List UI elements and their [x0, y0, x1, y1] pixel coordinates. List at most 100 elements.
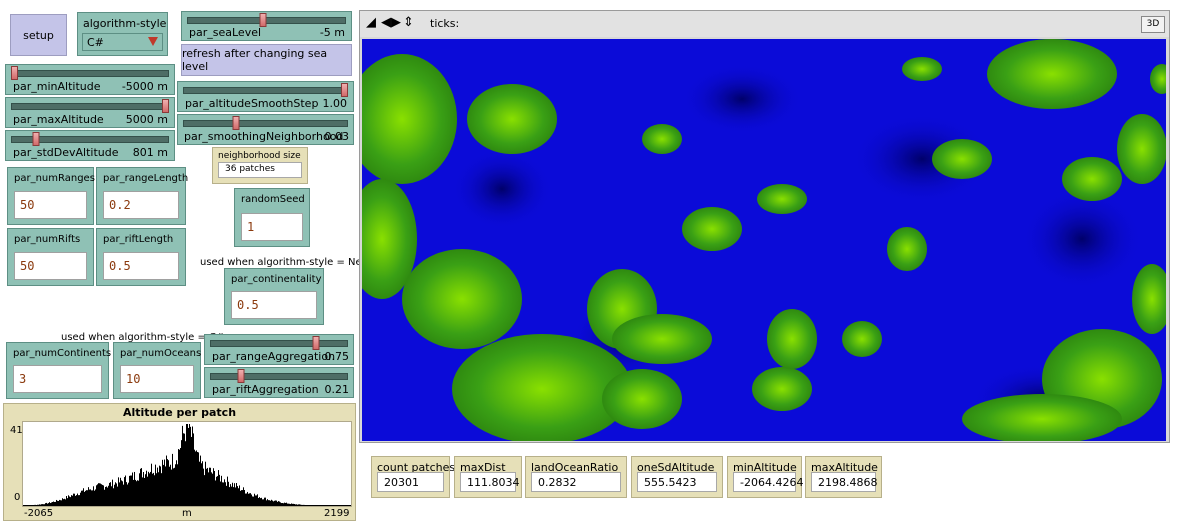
rift-aggregation-slider[interactable]: par_riftAggregation 0.21	[204, 367, 354, 398]
3d-button[interactable]: 3D	[1141, 16, 1165, 33]
num-continents-input[interactable]: par_numContinents 3	[6, 342, 111, 399]
histogram-bar	[235, 487, 236, 506]
min-altitude-slider[interactable]: par_minAltitude -5000 m	[5, 64, 175, 95]
num-oceans-field[interactable]: 10	[120, 365, 194, 393]
histogram-bar	[63, 499, 64, 506]
setup-button[interactable]: setup	[10, 14, 67, 56]
histogram-bar	[220, 481, 221, 506]
random-seed-field[interactable]: 1	[241, 213, 303, 241]
histogram-bar	[208, 472, 209, 506]
smoothing-neighborhood-slider[interactable]: par_smoothingNeighborhood 0.03	[177, 114, 354, 145]
altitude-plot: Altitude per patch 41 0 -2065 m 2199	[3, 403, 356, 521]
histogram-bar	[182, 425, 183, 506]
histogram-bar	[59, 499, 60, 506]
algorithm-style-chooser[interactable]: algorithm-style C#	[77, 12, 168, 56]
range-length-input[interactable]: par_rangeLength 0.2	[96, 167, 188, 225]
histogram-bar	[185, 441, 186, 506]
altitude-smooth-step-slider[interactable]: par_altitudeSmoothStep 1.00	[177, 81, 354, 112]
num-ranges-field[interactable]: 50	[14, 191, 87, 219]
sea-level-slider[interactable]: par_seaLevel -5 m	[181, 11, 352, 41]
terrain-map[interactable]	[362, 39, 1166, 441]
histogram-bar	[258, 497, 259, 506]
num-oceans-input[interactable]: par_numOceans 10	[113, 342, 201, 399]
histogram-bar	[46, 502, 47, 506]
histogram-bar	[315, 505, 316, 506]
histogram-bar	[128, 482, 129, 506]
slider-thumb[interactable]	[162, 99, 169, 113]
slider-thumb[interactable]	[232, 116, 240, 130]
histogram-bar	[113, 488, 114, 506]
plot-y-min: 0	[14, 492, 21, 503]
histogram-bar	[99, 483, 100, 506]
num-ranges-label: par_numRanges	[14, 173, 95, 184]
histogram-bar	[285, 502, 286, 506]
slider-track[interactable]	[183, 87, 348, 94]
num-rifts-input[interactable]: par_numRifts 50	[7, 228, 94, 286]
plot-title: Altitude per patch	[122, 406, 237, 419]
continentality-field[interactable]: 0.5	[231, 291, 317, 319]
max-altitude-slider[interactable]: par_maxAltitude 5000 m	[5, 97, 175, 128]
land-ocean-ratio-value: 0.2832	[531, 472, 621, 492]
sea-level-value: -5 m	[319, 26, 345, 39]
histogram-bar	[278, 501, 279, 506]
histogram-bar	[170, 464, 171, 506]
histogram-bar	[338, 505, 339, 506]
slider-thumb[interactable]	[341, 83, 348, 97]
slider-track[interactable]	[210, 340, 348, 347]
std-dev-altitude-slider[interactable]: par_stdDevAltitude 801 m	[5, 130, 175, 161]
histogram-bar	[87, 490, 88, 506]
vertical-arrows-icon[interactable]: ⇕	[403, 16, 414, 30]
slider-track[interactable]	[11, 103, 169, 110]
max-dist-monitor: maxDist 111.8034	[454, 456, 522, 498]
histogram-bar	[187, 424, 188, 506]
slider-track[interactable]	[11, 70, 169, 77]
slider-track[interactable]	[210, 373, 348, 380]
histogram-bar	[218, 470, 219, 506]
slider-thumb[interactable]	[11, 66, 18, 80]
rift-length-input[interactable]: par_riftLength 0.5	[96, 228, 186, 286]
histogram-bar	[323, 505, 324, 506]
histogram-bar	[51, 502, 52, 506]
histogram-bar	[243, 487, 244, 506]
algorithm-style-select[interactable]: C#	[82, 33, 163, 51]
num-continents-field[interactable]: 3	[13, 365, 102, 393]
histogram-bar	[158, 472, 159, 506]
histogram-bar	[296, 504, 297, 506]
histogram-bar	[94, 490, 95, 506]
rift-length-field[interactable]: 0.5	[103, 252, 179, 280]
random-seed-input[interactable]: randomSeed 1	[234, 188, 310, 247]
histogram-bar	[349, 505, 350, 506]
land-mass	[402, 249, 522, 349]
histogram-bar	[34, 504, 35, 506]
slider-track[interactable]	[183, 120, 348, 127]
histogram-bar	[67, 498, 68, 506]
histogram-bar	[177, 464, 178, 506]
histogram-bar	[111, 486, 112, 506]
histogram-bar	[244, 490, 245, 506]
range-aggregation-slider[interactable]: par_rangeAggregation 0.75	[204, 334, 354, 365]
slider-thumb[interactable]	[237, 369, 245, 383]
horizontal-arrows-icon[interactable]: ◀▶	[381, 16, 401, 30]
num-ranges-input[interactable]: par_numRanges 50	[7, 167, 95, 225]
histogram-bar	[110, 482, 111, 506]
histogram-bar	[192, 426, 193, 506]
num-rifts-field[interactable]: 50	[14, 252, 87, 280]
histogram-bar	[286, 502, 287, 506]
histogram-bar	[281, 503, 282, 506]
histogram-bar	[252, 496, 253, 506]
slider-thumb[interactable]	[259, 13, 267, 27]
continentality-input[interactable]: par_continentality 0.5	[224, 268, 324, 325]
terrain-svg	[362, 39, 1166, 441]
continentality-label: par_continentality	[231, 274, 322, 285]
range-length-field[interactable]: 0.2	[103, 191, 179, 219]
histogram-bar	[191, 436, 192, 506]
histogram-bar	[309, 505, 310, 506]
speed-icon[interactable]: ◢	[366, 16, 376, 30]
histogram-bar	[181, 440, 182, 506]
refresh-sea-level-button[interactable]: refresh after changing sea level	[181, 44, 352, 76]
slider-thumb[interactable]	[312, 336, 320, 350]
slider-thumb[interactable]	[32, 132, 40, 146]
deep-ocean	[452, 149, 552, 229]
histogram-bar	[43, 504, 44, 506]
histogram-bar	[31, 505, 32, 506]
